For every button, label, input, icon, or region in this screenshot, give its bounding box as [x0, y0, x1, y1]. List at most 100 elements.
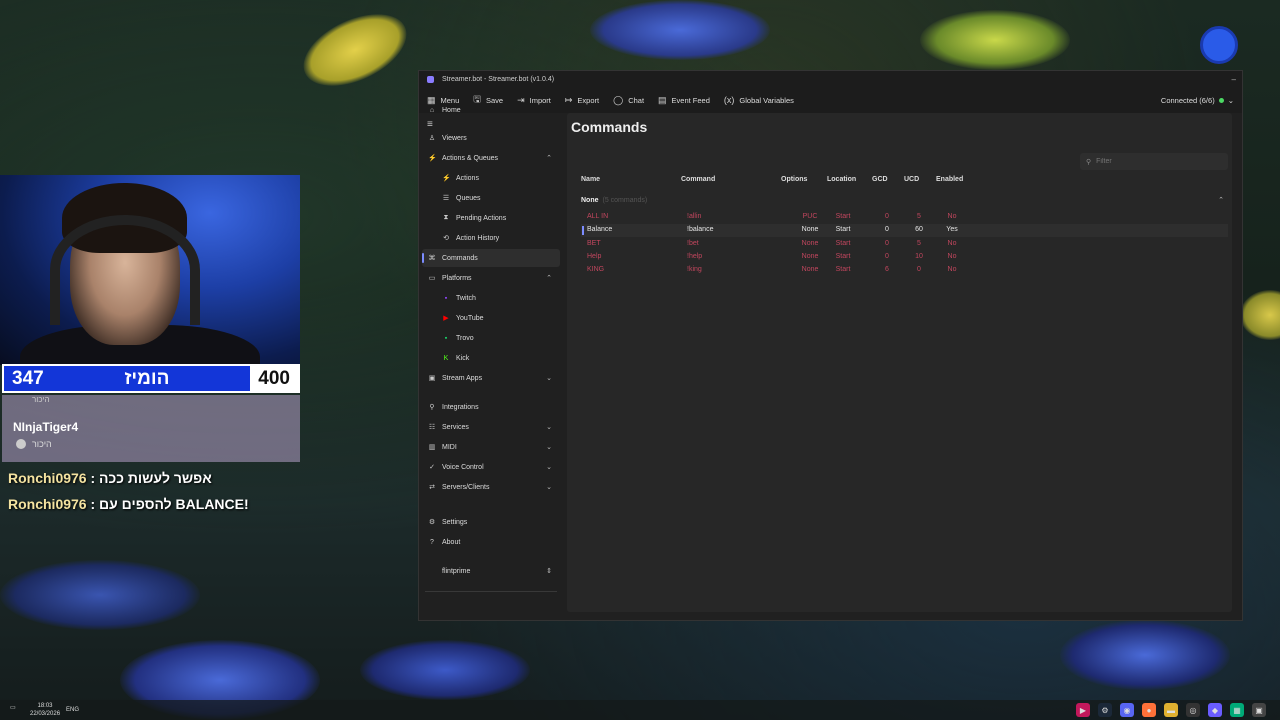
app-icon[interactable]: ◉ — [1120, 703, 1134, 717]
sidebar-item-trovo[interactable]: ▪ Trovo — [422, 329, 560, 347]
column-header[interactable]: Location — [827, 176, 856, 183]
cell-gcd: 0 — [885, 213, 889, 220]
column-header[interactable]: Command — [681, 176, 715, 183]
chevron-icon: ⇕ — [546, 568, 552, 575]
global-variables-button[interactable]: (x) Global Variables — [724, 95, 794, 105]
group-header[interactable]: None (5 commands) ⌃ — [581, 193, 1228, 207]
filter-box[interactable]: ⚲ — [1080, 153, 1228, 170]
kick-icon: K — [443, 354, 449, 362]
streamerbot-window: Streamer.bot - Streamer.bot (v1.0.4) – ▦… — [418, 70, 1243, 621]
sidebar-item-actions[interactable]: ⚡ Actions — [422, 169, 560, 187]
window-title: Streamer.bot - Streamer.bot (v1.0.4) — [442, 75, 555, 83]
sidebar-item-queues[interactable]: ☰ Queues — [422, 189, 560, 207]
column-header[interactable]: Options — [781, 176, 807, 183]
sidebar-item-label: Actions & Queues — [442, 154, 499, 162]
table-row[interactable]: KING !king None Start 6 0 No — [581, 264, 1228, 277]
cell-location: Start — [835, 266, 851, 274]
chat-icon: ◯ — [613, 94, 624, 105]
queues-icon: ☰ — [442, 195, 450, 202]
app-icon[interactable]: ▶ — [1076, 703, 1090, 717]
cell-command: !balance — [687, 226, 714, 234]
app-icon[interactable]: ▬ — [1164, 703, 1178, 717]
background-fish — [292, 0, 418, 101]
sidebar-item-youtube[interactable]: ▶ YouTube — [422, 309, 560, 327]
taskbar: ▭ 18:03 22/03/2026 ENG ▶ ⚙ ◉ ● ▬ ◎ ◆ ▦ ▣ — [0, 700, 1280, 720]
chat-line-user: Ronchi0976 — [8, 496, 87, 512]
chat-line-user: Ronchi0976 — [8, 470, 87, 486]
clock[interactable]: 18:03 22/03/2026 — [30, 702, 60, 718]
background-fish — [1060, 620, 1230, 690]
event-feed-button[interactable]: ▤ Event Feed — [658, 95, 710, 106]
app-icon[interactable]: ● — [1142, 703, 1156, 717]
cell-command: !help — [687, 252, 703, 260]
sidebar-item-viewers[interactable]: ♙ Viewers — [422, 129, 560, 147]
sidebar-item-twitch[interactable]: ▪ Twitch — [422, 289, 560, 307]
cell-gcd: 0 — [885, 239, 889, 247]
table-row[interactable]: ALL IN !allin PUC Start 0 5 No — [581, 211, 1228, 224]
score-title: הומיז — [124, 367, 170, 389]
cell-ucd: 10 — [915, 252, 923, 260]
cell-location: Start — [835, 252, 851, 260]
sidebar-item-kick[interactable]: K Kick — [422, 349, 560, 367]
sidebar-item-midi[interactable]: ▥ MIDI ⌄ — [422, 438, 560, 456]
chevron-up-icon[interactable]: ⌃ — [1218, 196, 1224, 204]
sidebar-item-label: flintprime — [442, 567, 471, 575]
title-bar: Streamer.bot - Streamer.bot (v1.0.4) – — [419, 71, 1242, 87]
cell-gcd: 6 — [885, 266, 889, 274]
table-row[interactable]: Balance !balance None Start 0 60 Yes — [581, 224, 1228, 238]
sidebar-item-home[interactable]: ⌂ Home — [422, 101, 560, 119]
filter-input[interactable] — [1096, 158, 1217, 165]
sidebar-item-label: Home — [442, 106, 461, 114]
sidebar-item-integrations[interactable]: ⚲ Integrations — [422, 398, 560, 416]
chevron-icon: ⌄ — [546, 444, 552, 451]
sidebar-item-stream-apps[interactable]: ▣ Stream Apps ⌄ — [422, 369, 560, 387]
table-row[interactable]: Help !help None Start 0 10 No — [581, 251, 1228, 264]
chat-button[interactable]: ◯ Chat — [613, 95, 644, 106]
sidebar-item-label: Actions — [456, 174, 479, 182]
chat-user-sub-text: היכור — [32, 439, 52, 449]
commands-icon: ⌘ — [428, 255, 436, 262]
sidebar-item-servers-clients[interactable]: ⇄ Servers/Clients ⌄ — [422, 478, 560, 496]
chat-line: Ronchi0976 : אפשר לעשות ככה — [8, 470, 212, 486]
sidebar-item-action-history[interactable]: ⟲ Action History — [422, 229, 560, 247]
cell-location: Start — [835, 226, 851, 234]
app-icon[interactable]: ▦ — [1230, 703, 1244, 717]
cell-location: Start — [835, 239, 851, 247]
column-header[interactable]: Name — [581, 176, 600, 183]
sidebar-item-label: Action History — [456, 234, 500, 242]
column-header[interactable]: Enabled — [936, 176, 963, 183]
sidebar-item-label: Viewers — [442, 134, 467, 142]
cell-command: !allin — [687, 213, 702, 220]
sidebar-item-voice-control[interactable]: ✓ Voice Control ⌄ — [422, 458, 560, 476]
cell-options: None — [801, 239, 819, 247]
sidebar-item-label: Services — [442, 423, 469, 431]
app-icon[interactable]: ◆ — [1208, 703, 1222, 717]
score-right: 400 — [250, 366, 298, 391]
app-icon[interactable]: ▣ — [1252, 703, 1266, 717]
sidebar-item-services[interactable]: ☷ Services ⌄ — [422, 418, 560, 436]
event-feed-icon: ▤ — [658, 94, 667, 105]
sidebar-item-actions-queues[interactable]: ⚡ Actions & Queues ⌃ — [422, 149, 560, 167]
sidebar-item-account[interactable]: flintprime ⇕ — [422, 562, 560, 580]
language-indicator[interactable]: ENG — [66, 707, 79, 713]
sidebar-item-pending-actions[interactable]: ⧗ Pending Actions — [422, 209, 560, 227]
sidebar-item-settings[interactable]: ⚙ Settings — [422, 513, 560, 531]
sidebar-divider — [425, 591, 557, 592]
sidebar-item-about[interactable]: ? About — [422, 533, 560, 551]
status-dot-icon — [1218, 97, 1224, 103]
sidebar-item-platforms[interactable]: ▭ Platforms ⌃ — [422, 269, 560, 287]
chat-line-text: : אפשר לעשות ככה — [86, 470, 212, 486]
voice-control-icon: ✓ — [429, 464, 435, 471]
app-icon[interactable]: ◎ — [1186, 703, 1200, 717]
connection-status[interactable]: Connected (6/6) ⌄ — [1161, 96, 1242, 105]
chevron-icon: ⌃ — [546, 275, 552, 282]
notification-icon[interactable]: ▭ — [10, 704, 16, 711]
minimize-button[interactable]: – — [1232, 75, 1236, 84]
app-icon[interactable]: ⚙ — [1098, 703, 1112, 717]
table-row[interactable]: BET !bet None Start 0 5 No — [581, 238, 1228, 251]
column-header[interactable]: GCD — [872, 176, 888, 183]
sidebar-item-commands[interactable]: ⌘ Commands — [422, 249, 560, 267]
column-header[interactable]: UCD — [904, 176, 919, 183]
sidebar-item-label: Commands — [442, 254, 478, 262]
export-button[interactable]: ↦ Export — [565, 95, 599, 106]
